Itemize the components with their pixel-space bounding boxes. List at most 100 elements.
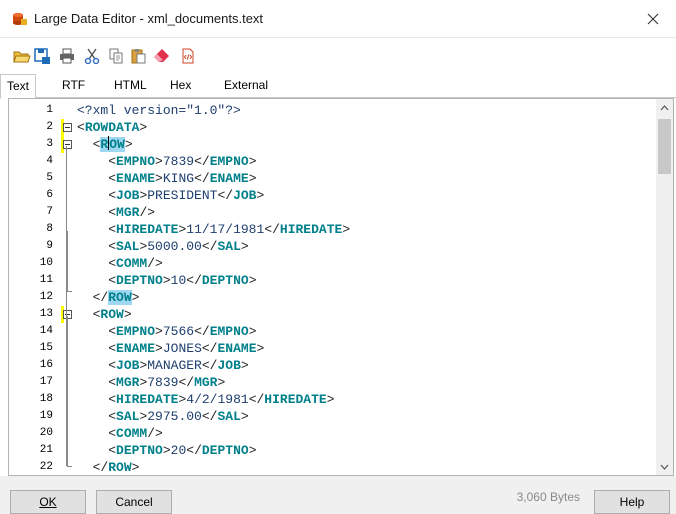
code-text: <ROW> — [92, 136, 133, 152]
editor-line[interactable]: 10 <COMM/> — [9, 255, 659, 272]
code-text: <EMPNO>7839</EMPNO> — [108, 154, 257, 169]
code-text: <ENAME>JONES</ENAME> — [108, 341, 265, 356]
code-text: <COMM/> — [108, 426, 163, 441]
code-text: <DEPTNO>10</DEPTNO> — [108, 273, 257, 288]
scroll-down-icon[interactable] — [656, 458, 673, 475]
editor-line[interactable]: 18 <HIREDATE>4/2/1981</HIREDATE> — [9, 391, 659, 408]
save-icon — [34, 48, 50, 64]
tab-text[interactable]: Text — [0, 74, 37, 99]
cut-icon — [84, 48, 100, 64]
paste-button[interactable] — [128, 46, 148, 66]
ok-label: OK — [39, 495, 57, 509]
code-text: <COMM/> — [108, 256, 163, 271]
close-button[interactable] — [630, 0, 676, 38]
editor-line[interactable]: 20 <COMM/> — [9, 425, 659, 442]
line-number: 4 — [46, 155, 53, 167]
editor-line[interactable]: 2 <ROWDATA> — [9, 119, 659, 136]
editor-line[interactable]: 15 <ENAME>JONES</ENAME> — [9, 340, 659, 357]
line-number: 20 — [39, 427, 53, 439]
line-number: 18 — [39, 393, 53, 405]
editor-line[interactable]: 17 <MGR>7839</MGR> — [9, 374, 659, 391]
editor-line[interactable]: 22 </ROW> — [9, 459, 659, 475]
editor-line[interactable]: 4 <EMPNO>7839</EMPNO> — [9, 153, 659, 170]
editor-line[interactable]: 16 <JOB>MANAGER</JOB> — [9, 357, 659, 374]
cut-button[interactable] — [82, 46, 102, 66]
fold-guide-end — [67, 291, 72, 292]
database-icon — [12, 12, 28, 26]
open-folder-icon — [13, 51, 31, 63]
code-text: <ROWDATA> — [77, 120, 148, 135]
line-number: 12 — [39, 291, 53, 303]
eraser-icon — [154, 49, 169, 62]
editor-line[interactable]: 12 </ROW> — [9, 289, 659, 306]
code-text: <HIREDATE>4/2/1981</HIREDATE> — [108, 392, 335, 407]
fold-toggle-icon[interactable] — [63, 123, 72, 132]
code-text: <EMPNO>7566</EMPNO> — [108, 324, 257, 339]
editor-line[interactable]: 13 <ROW> — [9, 306, 659, 323]
editor-line[interactable]: 9 <SAL>5000.00</SAL> — [9, 238, 659, 255]
code-text: <HIREDATE>11/17/1981</HIREDATE> — [108, 222, 351, 237]
tab-rtf[interactable]: RTF — [62, 74, 85, 98]
line-number: 10 — [39, 257, 53, 269]
editor-line[interactable]: 19 <SAL>2975.00</SAL> — [9, 408, 659, 425]
copy-button[interactable] — [106, 46, 126, 66]
editor-line[interactable]: 14 <EMPNO>7566</EMPNO> — [9, 323, 659, 340]
clear-button[interactable] — [152, 46, 172, 66]
print-icon — [60, 48, 74, 64]
print-button[interactable] — [57, 46, 77, 66]
code-text: </ROW> — [92, 460, 140, 475]
line-number: 6 — [46, 189, 53, 201]
code-text: <SAL>2975.00</SAL> — [108, 409, 249, 424]
help-label: Help — [619, 495, 645, 509]
fold-toggle-icon[interactable] — [63, 140, 72, 149]
editor-line[interactable]: 8 <HIREDATE>11/17/1981</HIREDATE> — [9, 221, 659, 238]
code-text: <SAL>5000.00</SAL> — [108, 239, 249, 254]
scroll-up-icon[interactable] — [656, 99, 673, 116]
code-text: <MGR/> — [108, 205, 156, 220]
editor-line[interactable]: 3 <ROW> — [9, 136, 659, 153]
line-number: 11 — [39, 274, 53, 286]
line-number: 13 — [39, 308, 53, 320]
save-button[interactable] — [32, 46, 52, 66]
code-text: <JOB>PRESIDENT</JOB> — [108, 188, 265, 203]
toolbar — [0, 38, 676, 74]
open-button[interactable] — [12, 46, 32, 66]
scroll-thumb[interactable] — [658, 119, 671, 174]
code-text: <MGR>7839</MGR> — [108, 375, 226, 390]
help-button[interactable]: Help — [594, 490, 670, 514]
format-xml-button[interactable] — [178, 46, 198, 66]
line-number: 14 — [39, 325, 53, 337]
vertical-scrollbar[interactable] — [656, 99, 673, 475]
fold-guide — [67, 316, 68, 466]
cancel-button[interactable]: Cancel — [96, 490, 172, 514]
dialog-footer: OK Cancel 3,060 Bytes Help — [0, 476, 676, 514]
line-number: 8 — [46, 223, 53, 235]
line-number: 7 — [46, 206, 53, 218]
editor-line[interactable]: 7 <MGR/> — [9, 204, 659, 221]
cancel-label: Cancel — [115, 495, 153, 509]
fold-guide — [67, 231, 68, 291]
editor-line[interactable]: 5 <ENAME>KING</ENAME> — [9, 170, 659, 187]
line-number: 9 — [46, 240, 53, 252]
editor-line[interactable]: 6 <JOB>PRESIDENT</JOB> — [9, 187, 659, 204]
paste-icon — [131, 49, 146, 64]
tab-html[interactable]: HTML — [114, 74, 147, 98]
line-number: 21 — [39, 444, 53, 456]
line-number: 22 — [39, 461, 53, 473]
editor-line[interactable]: 11 <DEPTNO>10</DEPTNO> — [9, 272, 659, 289]
tab-external[interactable]: External — [224, 74, 268, 98]
line-number: 3 — [46, 138, 53, 150]
ok-button[interactable]: OK — [10, 490, 86, 514]
editor-line[interactable]: 1 <?xml version="1.0"?> — [9, 102, 659, 119]
line-number: 16 — [39, 359, 53, 371]
format-xml-icon — [182, 48, 194, 64]
tab-hex[interactable]: Hex — [170, 74, 191, 98]
line-number: 2 — [46, 121, 53, 133]
code-text: <DEPTNO>20</DEPTNO> — [108, 443, 257, 458]
title-bar: Large Data Editor - xml_documents.text — [0, 0, 676, 38]
format-tabs: Text RTF HTML Hex External — [0, 74, 676, 99]
code-text: <JOB>MANAGER</JOB> — [108, 358, 249, 373]
editor-line[interactable]: 21 <DEPTNO>20</DEPTNO> — [9, 442, 659, 459]
window-title: Large Data Editor - xml_documents.text — [34, 11, 264, 26]
code-editor[interactable]: 1 <?xml version="1.0"?> 2 <ROWDATA> 3 <ROW> 4… — [8, 98, 674, 476]
